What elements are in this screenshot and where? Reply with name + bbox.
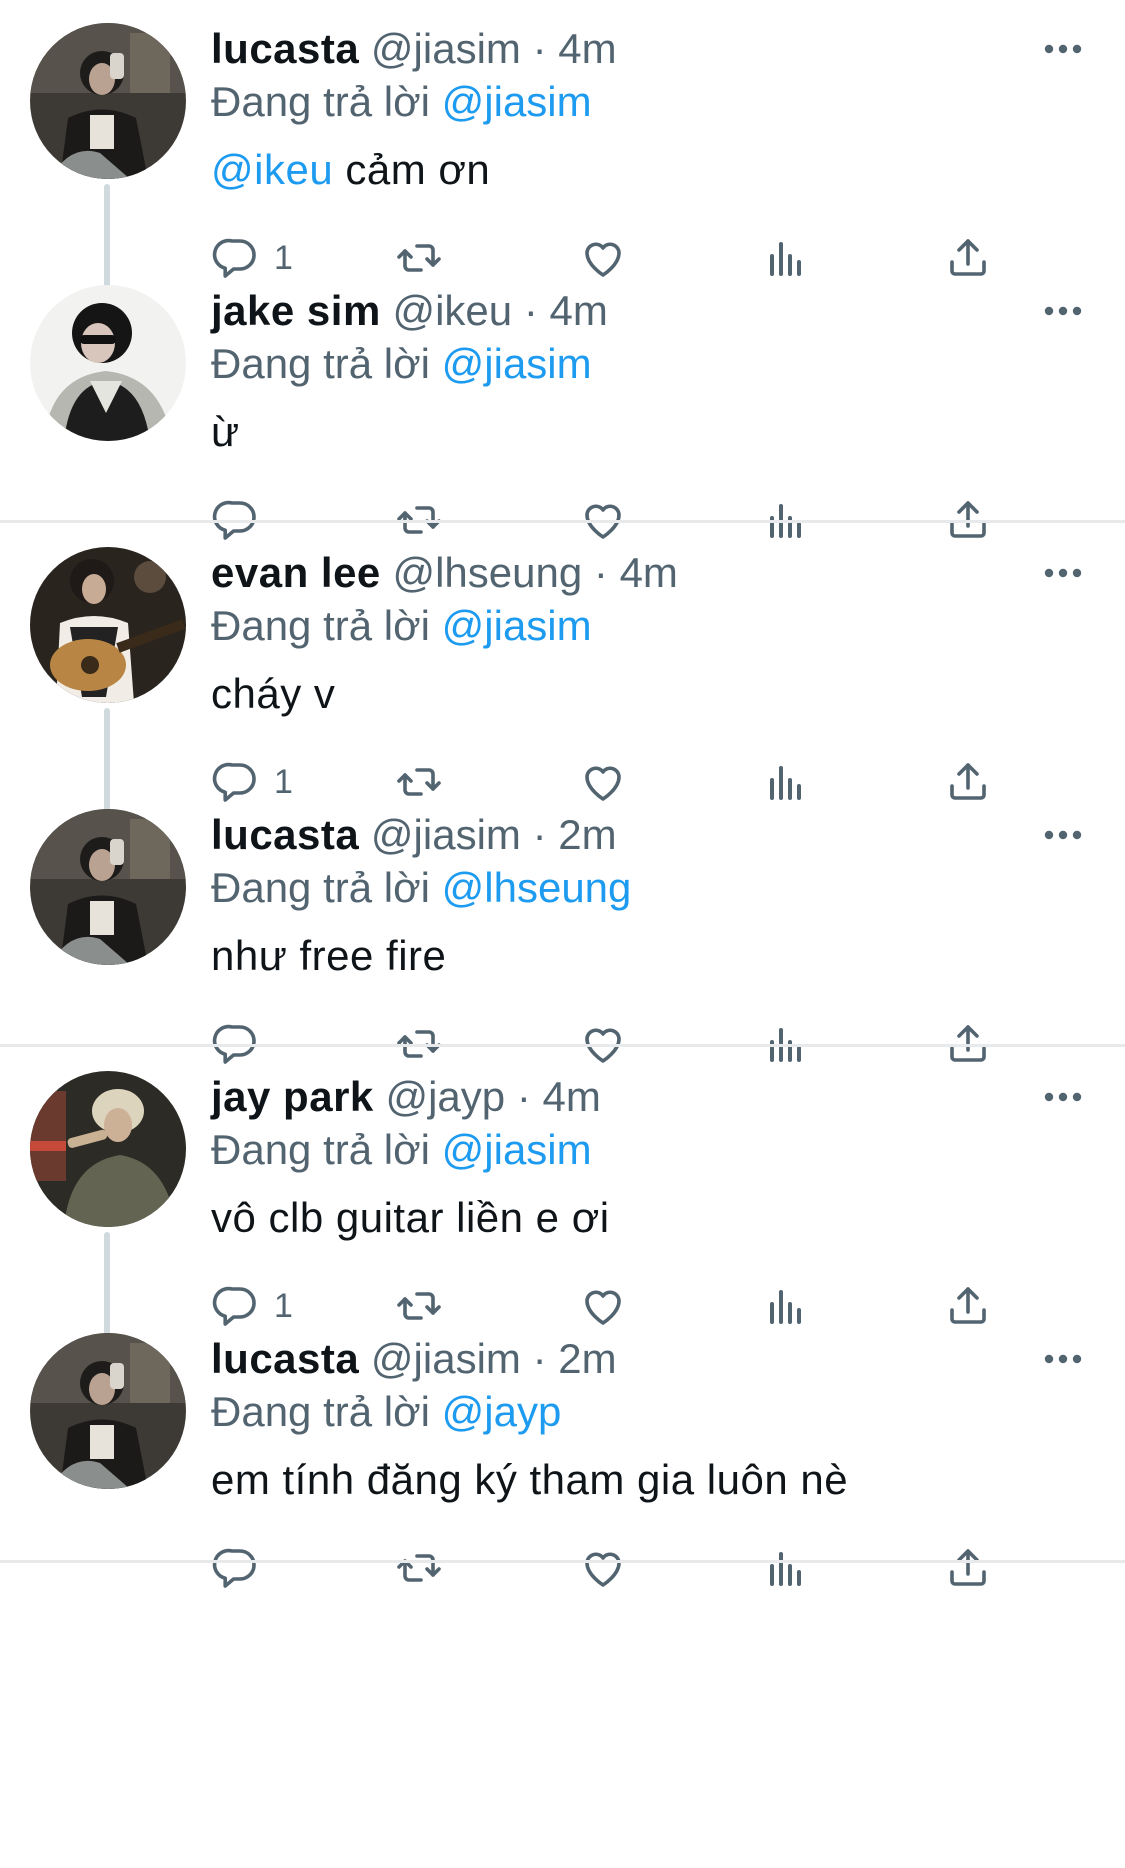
avatar[interactable] <box>30 23 186 179</box>
views-button[interactable] <box>762 1540 810 1596</box>
avatar[interactable] <box>30 1071 186 1227</box>
username[interactable]: @lhseung <box>392 549 582 596</box>
tweet-text-content: cảm ơn <box>345 146 491 193</box>
more-icon[interactable] <box>1043 304 1083 318</box>
replying-to: Đang trả lời @jayp <box>211 1385 561 1439</box>
tweet-header: jay park @jayp · 4m <box>211 1070 601 1124</box>
replying-to-handle[interactable]: @lhseung <box>442 864 632 911</box>
tweet-text-content: ừ <box>211 408 240 455</box>
action-bar <box>0 1540 1125 1596</box>
reply-feed: lucasta @jiasim · 4m Đang trả lời @jiasi… <box>0 0 1125 1868</box>
display-name[interactable]: lucasta <box>211 1335 359 1382</box>
timestamp[interactable]: 4m <box>542 1073 600 1120</box>
tweet-text: ừ <box>211 405 240 459</box>
replying-to-handle[interactable]: @jiasim <box>442 602 592 649</box>
heart-icon <box>579 1544 627 1592</box>
reply-icon <box>212 1544 260 1592</box>
separator: · <box>532 811 547 858</box>
more-icon[interactable] <box>1043 1090 1083 1104</box>
avatar[interactable] <box>30 1333 186 1489</box>
more-icon[interactable] <box>1043 1352 1083 1366</box>
avatar[interactable] <box>30 285 186 441</box>
tweet-header: lucasta @jiasim · 4m <box>211 22 617 76</box>
share-icon <box>944 1544 992 1592</box>
replying-to: Đang trả lời @jiasim <box>211 599 592 653</box>
tweet-header: jake sim @ikeu · 4m <box>211 284 608 338</box>
thread-divider <box>0 1560 1125 1563</box>
replying-to: Đang trả lời @jiasim <box>211 337 592 391</box>
replying-to-label: Đang trả lời <box>211 602 430 649</box>
share-button[interactable] <box>944 1540 992 1596</box>
more-icon[interactable] <box>1043 42 1083 56</box>
replying-to-handle[interactable]: @jiasim <box>442 340 592 387</box>
replying-to: Đang trả lời @jiasim <box>211 75 592 129</box>
separator: · <box>516 1073 531 1120</box>
tweet-header: lucasta @jiasim · 2m <box>211 808 617 862</box>
replying-to: Đang trả lời @jiasim <box>211 1123 592 1177</box>
tweet-text: như free fire <box>211 929 446 983</box>
timestamp[interactable]: 4m <box>620 549 678 596</box>
tweet-text: cháy v <box>211 667 335 721</box>
username[interactable]: @jayp <box>385 1073 505 1120</box>
thread-divider <box>0 520 1125 523</box>
reply-tweet[interactable]: lucasta @jiasim · 2m Đang trả lời @jayp … <box>0 1310 1125 1622</box>
tweet-text-content: như free fire <box>211 932 447 979</box>
views-icon <box>762 1544 810 1592</box>
avatar[interactable] <box>30 809 186 965</box>
username[interactable]: @jiasim <box>371 811 521 858</box>
display-name[interactable]: lucasta <box>211 25 359 72</box>
tweet-text: em tính đăng ký tham gia luôn nè <box>211 1453 848 1507</box>
display-name[interactable]: jay park <box>211 1073 374 1120</box>
timestamp[interactable]: 2m <box>558 811 616 858</box>
replying-to-label: Đang trả lời <box>211 78 430 125</box>
avatar[interactable] <box>30 547 186 703</box>
replying-to-label: Đang trả lời <box>211 340 430 387</box>
separator: · <box>532 1335 547 1382</box>
tweet-header: lucasta @jiasim · 2m <box>211 1332 617 1386</box>
tweet-text: vô clb guitar liền e ơi <box>211 1191 610 1245</box>
reply-button[interactable] <box>212 1540 260 1596</box>
replying-to-label: Đang trả lời <box>211 1388 430 1435</box>
replying-to-handle[interactable]: @jiasim <box>442 1126 592 1173</box>
replying-to-label: Đang trả lời <box>211 1126 430 1173</box>
tweet-text-content: em tính đăng ký tham gia luôn nè <box>211 1456 849 1503</box>
thread-divider <box>0 1044 1125 1047</box>
more-icon[interactable] <box>1043 828 1083 842</box>
separator: · <box>593 549 608 596</box>
username[interactable]: @jiasim <box>371 1335 521 1382</box>
more-icon[interactable] <box>1043 566 1083 580</box>
body-mention[interactable]: @ikeu <box>211 146 333 193</box>
timestamp[interactable]: 2m <box>558 1335 616 1382</box>
display-name[interactable]: evan lee <box>211 549 381 596</box>
tweet-text-content: cháy v <box>211 670 336 717</box>
tweet-text-content: vô clb guitar liền e ơi <box>211 1194 610 1241</box>
timestamp[interactable]: 4m <box>558 25 616 72</box>
username[interactable]: @jiasim <box>371 25 521 72</box>
replying-to: Đang trả lời @lhseung <box>211 861 631 915</box>
separator: · <box>523 287 538 334</box>
replying-to-handle[interactable]: @jayp <box>442 1388 562 1435</box>
display-name[interactable]: jake sim <box>211 287 381 334</box>
retweet-icon <box>395 1544 443 1592</box>
timestamp[interactable]: 4m <box>550 287 608 334</box>
separator: · <box>532 25 547 72</box>
display-name[interactable]: lucasta <box>211 811 359 858</box>
replying-to-handle[interactable]: @jiasim <box>442 78 592 125</box>
replying-to-label: Đang trả lời <box>211 864 430 911</box>
like-button[interactable] <box>579 1540 627 1596</box>
username[interactable]: @ikeu <box>392 287 512 334</box>
tweet-header: evan lee @lhseung · 4m <box>211 546 678 600</box>
tweet-text: @ikeu cảm ơn <box>211 143 490 197</box>
retweet-button[interactable] <box>395 1540 443 1596</box>
